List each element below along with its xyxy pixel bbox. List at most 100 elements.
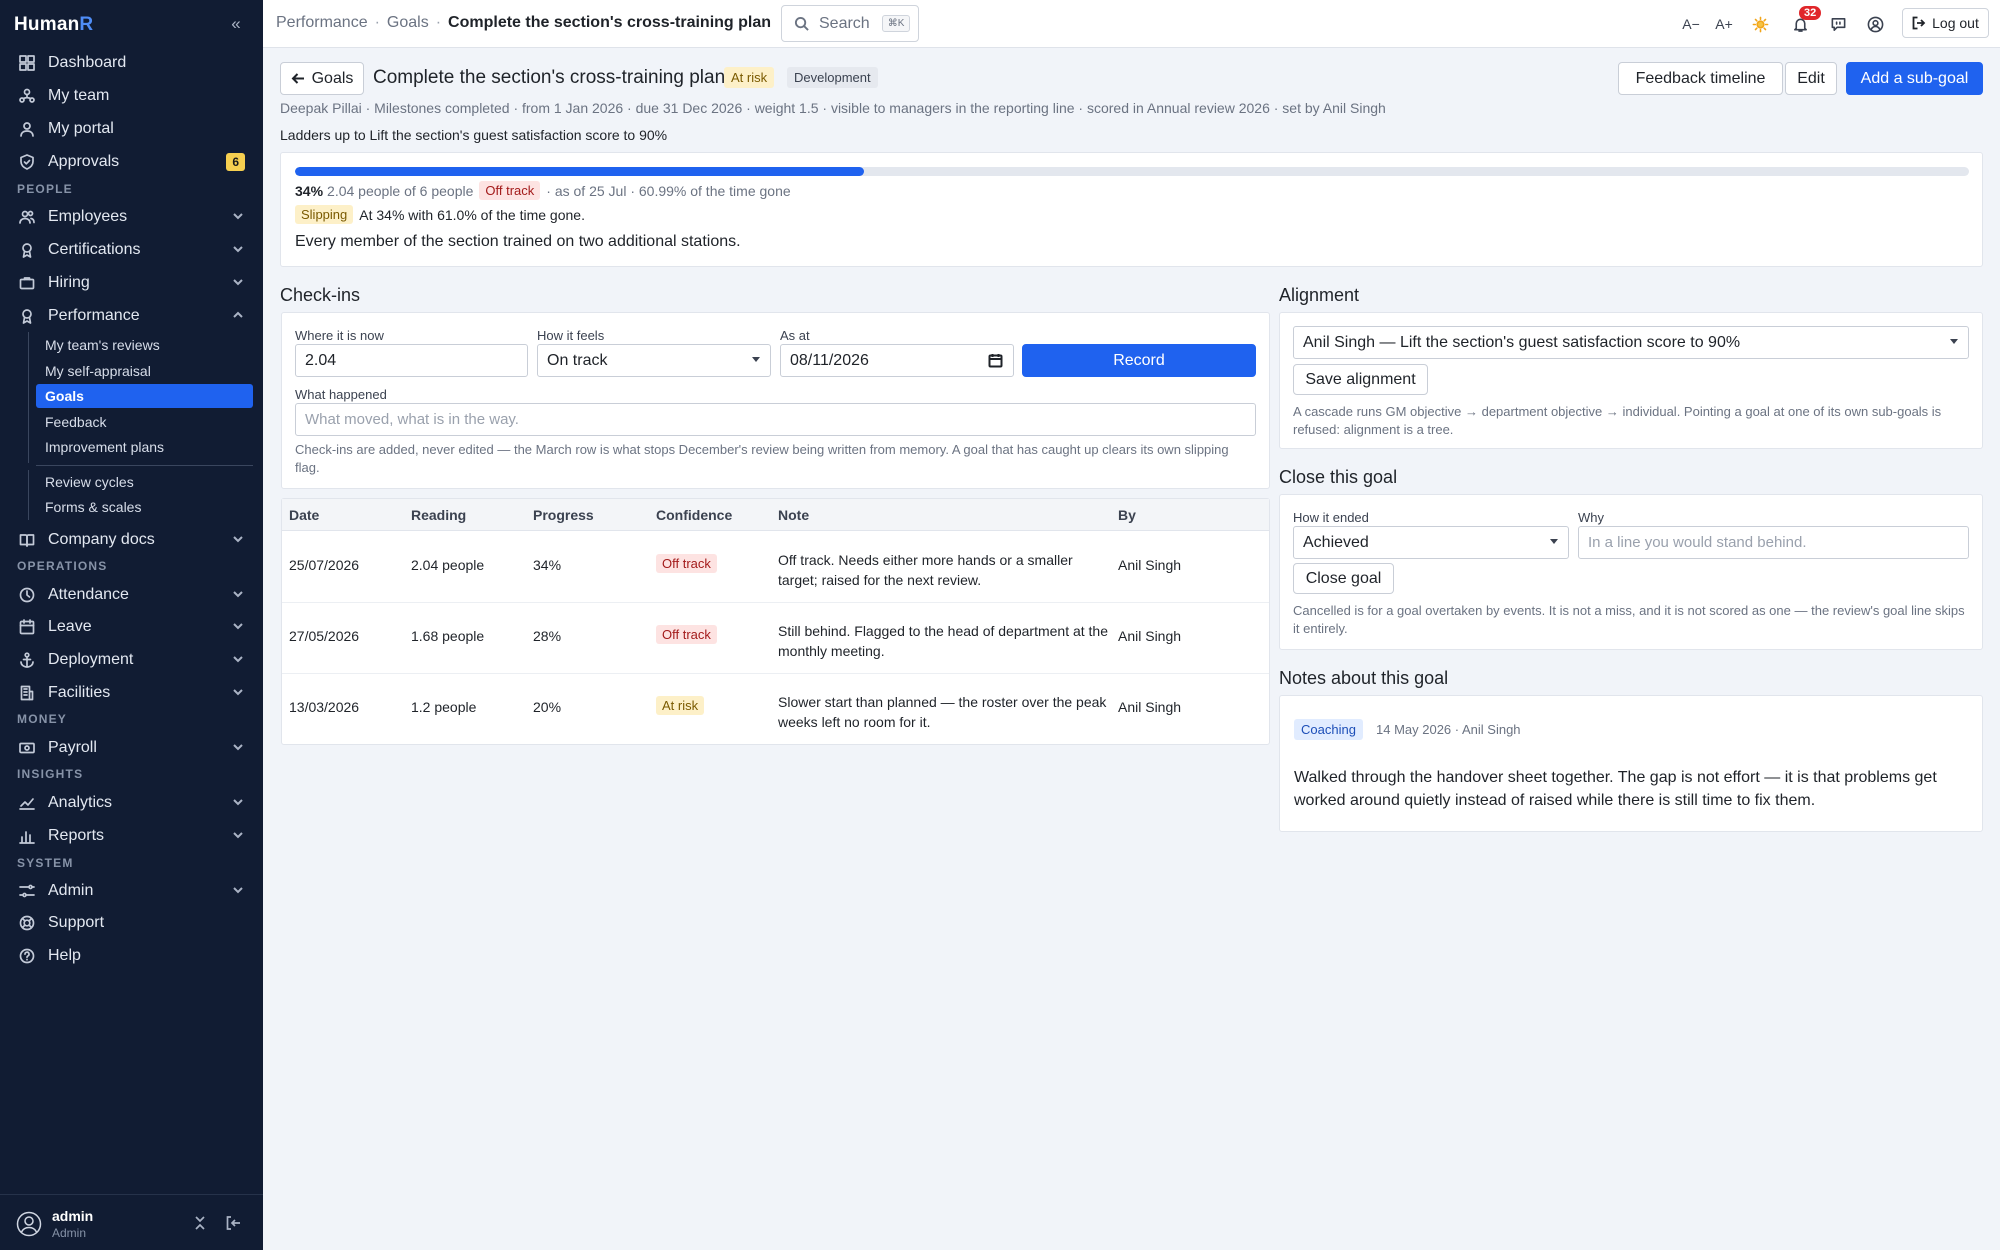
- section-label-people: PEOPLE: [17, 182, 73, 196]
- font-larger-button[interactable]: A+: [1713, 12, 1735, 36]
- sidebar-item-label: Leave: [48, 618, 92, 635]
- sidebar-item-hiring[interactable]: Hiring: [10, 268, 253, 298]
- sidebar-subitem-feedback[interactable]: Feedback: [36, 410, 253, 434]
- sidebar-subitem-self-appraisal[interactable]: My self-appraisal: [36, 359, 253, 383]
- sidebar-item-my-portal[interactable]: My portal: [10, 114, 253, 144]
- briefcase-icon: [18, 274, 36, 292]
- sidebar-subitem-forms-scales[interactable]: Forms & scales: [36, 495, 253, 519]
- close-goal-card: How it ended Achieved Why In a line you …: [1279, 494, 1983, 650]
- chevron-down-icon: [231, 275, 247, 291]
- theme-toggle-sun-icon[interactable]: [1749, 12, 1771, 36]
- cell-reading: 1.68 people: [411, 628, 485, 644]
- where-input[interactable]: 2.04: [295, 344, 528, 377]
- breadcrumb-goals[interactable]: Goals: [387, 14, 429, 32]
- close-goal-heading: Close this goal: [1279, 467, 1398, 487]
- feedback-timeline-button[interactable]: Feedback timeline: [1618, 62, 1783, 95]
- sidebar-item-reports[interactable]: Reports: [10, 821, 253, 851]
- happened-input[interactable]: What moved, what is in the way.: [295, 403, 1256, 436]
- sign-out-icon[interactable]: [225, 1215, 243, 1233]
- search-shortcut: ⌘K: [881, 15, 911, 32]
- why-input[interactable]: In a line you would stand behind.: [1578, 526, 1969, 559]
- logout-button[interactable]: Log out: [1902, 8, 1989, 38]
- sidebar-item-performance[interactable]: Performance: [10, 301, 253, 331]
- sidebar-subitem-goals[interactable]: Goals: [36, 384, 253, 408]
- note-body: Walked through the handover sheet togeth…: [1294, 769, 1937, 809]
- brand-logo[interactable]: HumanR: [14, 14, 93, 36]
- lifebuoy-icon: [18, 914, 36, 932]
- back-to-goals-button[interactable]: Goals: [280, 62, 364, 95]
- sidebar-item-label: Help: [48, 947, 81, 964]
- profile-icon[interactable]: [1864, 12, 1886, 36]
- edit-button[interactable]: Edit: [1785, 62, 1837, 95]
- sidebar-item-leave[interactable]: Leave: [10, 612, 253, 642]
- cell-progress: 28%: [533, 628, 562, 644]
- close-help-text: Cancelled is for a goal overtaken by eve…: [1293, 603, 1965, 636]
- alignment-select[interactable]: Anil Singh — Lift the section's guest sa…: [1293, 326, 1969, 359]
- notification-count-badge: 32: [1799, 6, 1822, 20]
- cell-date: 25/07/2026: [289, 557, 360, 573]
- sidebar-item-deployment[interactable]: Deployment: [10, 645, 253, 675]
- sidebar-subitem-review-cycles[interactable]: Review cycles: [36, 470, 253, 494]
- sidebar-item-attendance[interactable]: Attendance: [10, 580, 253, 610]
- avatar[interactable]: [16, 1211, 42, 1237]
- notifications-bell-icon[interactable]: 32: [1789, 6, 1822, 36]
- sidebar-item-my-team[interactable]: My team: [10, 81, 253, 111]
- collapse-sidebar-icon[interactable]: «: [225, 13, 247, 35]
- sidebar-item-help[interactable]: Help: [10, 941, 253, 971]
- sidebar-item-label: Payroll: [48, 739, 97, 756]
- record-button[interactable]: Record: [1022, 344, 1256, 377]
- chevron-down-icon: [231, 883, 247, 899]
- page-title: Complete the section's cross-training pl…: [373, 67, 726, 88]
- sidebar-item-label: My portal: [48, 120, 114, 137]
- sidebar-subitem-improvement-plans[interactable]: Improvement plans: [36, 435, 253, 459]
- chevron-down-icon: [752, 357, 760, 362]
- chevron-down-icon: [1950, 339, 1958, 344]
- sidebar-item-label: My team: [48, 87, 110, 104]
- sidebar-item-label: Support: [48, 914, 105, 931]
- chevron-down-icon: [1550, 539, 1558, 544]
- arrow-left-icon: [291, 73, 304, 84]
- sidebar-item-approvals[interactable]: Approvals 6: [10, 147, 253, 177]
- sidebar-item-certifications[interactable]: Certifications: [10, 235, 253, 265]
- progress-percent: 34%: [295, 182, 324, 199]
- sidebar-item-payroll[interactable]: Payroll: [10, 733, 253, 763]
- column-header-by: By: [1118, 507, 1136, 523]
- search-button[interactable]: Search ⌘K: [781, 5, 919, 42]
- add-sub-goal-button[interactable]: Add a sub-goal: [1846, 62, 1983, 95]
- chevron-down-icon: [231, 209, 247, 225]
- asat-date-input[interactable]: 08/11/2026: [780, 344, 1014, 377]
- font-smaller-button[interactable]: A−: [1680, 12, 1702, 36]
- sidebar-item-support[interactable]: Support: [10, 908, 253, 938]
- close-goal-button[interactable]: Close goal: [1293, 563, 1394, 594]
- sidebar-item-analytics[interactable]: Analytics: [10, 788, 253, 818]
- section-label-insights: INSIGHTS: [17, 767, 84, 781]
- sidebar-item-label: Certifications: [48, 241, 141, 258]
- save-alignment-button[interactable]: Save alignment: [1293, 364, 1428, 395]
- messages-icon[interactable]: [1827, 12, 1849, 36]
- feel-select[interactable]: On track: [537, 344, 771, 377]
- breadcrumb-performance[interactable]: Performance: [276, 14, 368, 32]
- expand-collapse-icon[interactable]: [192, 1215, 210, 1233]
- cell-progress: 34%: [533, 557, 562, 573]
- sidebar-item-company-docs[interactable]: Company docs: [10, 525, 253, 555]
- section-label-operations: OPERATIONS: [17, 559, 108, 573]
- sidebar-subitem-team-reviews[interactable]: My team's reviews: [36, 333, 253, 357]
- checkins-heading: Check-ins: [280, 285, 361, 305]
- sidebar-item-employees[interactable]: Employees: [10, 202, 253, 232]
- progress-bar: [295, 167, 1969, 176]
- section-label-system: SYSTEM: [17, 856, 74, 870]
- calendar-icon[interactable]: [988, 353, 1003, 368]
- chevron-down-icon: [231, 652, 247, 668]
- breadcrumb-separator: ·: [435, 14, 442, 31]
- sidebar-item-facilities[interactable]: Facilities: [10, 678, 253, 708]
- ended-select[interactable]: Achieved: [1293, 526, 1569, 559]
- sub-nav-divider: [36, 465, 253, 466]
- search-icon: [794, 16, 809, 31]
- payroll-icon: [18, 739, 36, 757]
- sidebar-item-dashboard[interactable]: Dashboard: [10, 48, 253, 78]
- sidebar-item-admin[interactable]: Admin: [10, 876, 253, 906]
- shield-check-icon: [18, 153, 36, 171]
- cell-by: Anil Singh: [1118, 628, 1182, 644]
- cell-note: Slower start than planned — the roster o…: [778, 694, 1107, 730]
- progress-card: 34% 2.04 people of 6 people Off track · …: [280, 152, 1983, 267]
